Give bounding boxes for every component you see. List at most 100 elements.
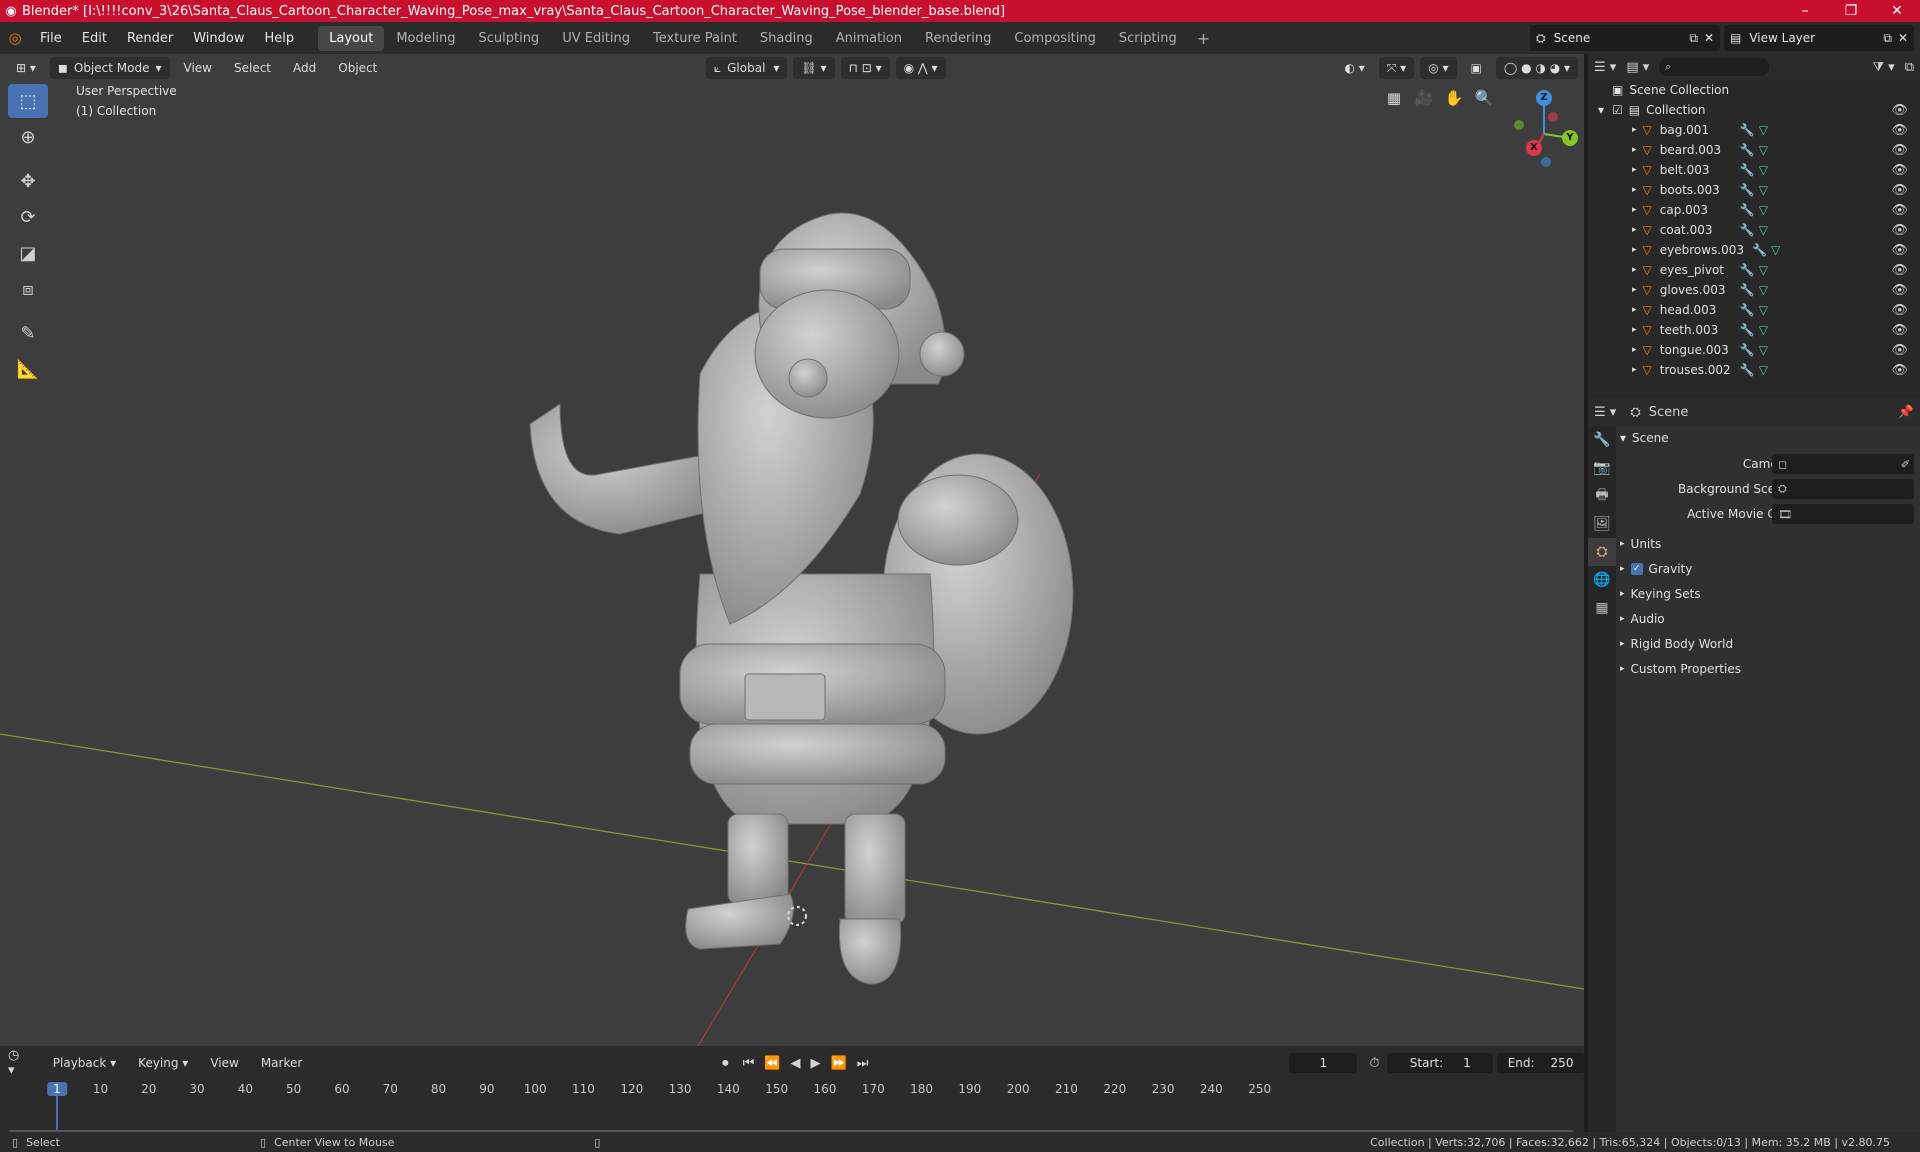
output-tab-icon[interactable]: 🖶 xyxy=(1588,482,1616,510)
menu-edit[interactable]: Edit xyxy=(72,31,117,46)
menu-object[interactable]: Object xyxy=(330,57,385,79)
modifier-icon[interactable]: 🔧 xyxy=(1740,343,1755,357)
movie-clip-field[interactable]: 🎞 xyxy=(1772,504,1914,524)
transform-icon[interactable]: ⧈ xyxy=(8,272,48,306)
outliner-row-scene-collection[interactable]: ▣ Scene Collection xyxy=(1588,80,1920,100)
expand-arrow-icon[interactable]: ▸ xyxy=(1632,165,1637,175)
outliner-row-object[interactable]: ▸ ▽ bag.001 🔧 ▽ 👁 xyxy=(1588,120,1920,140)
checkbox-icon[interactable]: ☑ xyxy=(1612,103,1623,117)
eye-icon[interactable]: 👁 xyxy=(1891,143,1908,158)
tab-layout[interactable]: Layout xyxy=(318,25,385,51)
modifier-icon[interactable]: 🔧 xyxy=(1740,163,1755,177)
outliner-row-object[interactable]: ▸ ▽ cap.003 🔧 ▽ 👁 xyxy=(1588,200,1920,220)
modifier-icon[interactable]: 🔧 xyxy=(1740,223,1755,237)
overlay-toggle-icon[interactable]: ◎ ▾ xyxy=(1420,57,1457,79)
camera-view-icon[interactable]: 🎥 xyxy=(1410,84,1438,112)
close-button[interactable]: ✕ xyxy=(1874,3,1920,19)
tab-shading[interactable]: Shading xyxy=(749,26,824,51)
world-tab-icon[interactable]: 🌐 xyxy=(1588,566,1616,594)
orientation-dropdown[interactable]: ⟀ Global ▾ xyxy=(705,57,788,79)
new-scene-icon[interactable]: ⧉ xyxy=(1689,31,1698,46)
expand-arrow-icon[interactable]: ▸ xyxy=(1632,205,1637,215)
blender-menu-icon[interactable]: ◎ xyxy=(0,29,30,47)
eyedropper-icon[interactable]: ✐ xyxy=(1901,458,1910,471)
eye-icon[interactable]: 👁 xyxy=(1891,263,1908,278)
scale-icon[interactable]: ◪ xyxy=(8,236,48,270)
gizmo-toggle-icon[interactable]: ⤧ ▾ xyxy=(1378,57,1415,79)
filter-icon[interactable]: ⧩ ▾ xyxy=(1872,60,1894,75)
start-frame-field[interactable]: Start: 1 xyxy=(1387,1053,1494,1073)
expand-arrow-icon[interactable]: ▸ xyxy=(1632,185,1637,195)
tab-rendering[interactable]: Rendering xyxy=(914,26,1002,51)
pan-view-icon[interactable]: ✋ xyxy=(1440,84,1468,112)
editor-type-icon[interactable]: ☰ ▾ xyxy=(1594,405,1616,420)
editor-type-icon[interactable]: ☰ ▾ xyxy=(1594,60,1616,75)
expand-arrow-icon[interactable]: ▸ xyxy=(1632,225,1637,235)
expand-arrow-icon[interactable]: ▸ xyxy=(1632,325,1637,335)
editor-type-icon[interactable]: ◷ ▾ xyxy=(8,1048,29,1078)
expand-arrow-icon[interactable]: ▸ xyxy=(1632,365,1637,375)
eye-icon[interactable]: 👁 xyxy=(1891,183,1908,198)
gizmo-neg-y[interactable] xyxy=(1514,120,1524,130)
prev-keyframe-icon[interactable]: ⏪ xyxy=(764,1056,780,1071)
snap-icon[interactable]: ⊓ ⊡ ▾ xyxy=(840,57,890,79)
expand-arrow-icon[interactable]: ▸ xyxy=(1632,265,1637,275)
menu-render[interactable]: Render xyxy=(117,31,183,46)
jump-end-icon[interactable]: ⏭ xyxy=(857,1056,869,1071)
use-preview-range-icon[interactable]: ⏱ xyxy=(1369,1056,1379,1071)
render-tab-icon[interactable]: 📷 xyxy=(1588,454,1616,482)
menu-playback[interactable]: Playback ▾ xyxy=(45,1052,124,1074)
panel-gravity[interactable]: ▸ ✓ Gravity xyxy=(1620,559,1916,579)
minimize-button[interactable]: – xyxy=(1782,3,1828,19)
gravity-checkbox[interactable]: ✓ xyxy=(1630,563,1643,575)
panel-audio[interactable]: ▸ Audio xyxy=(1620,609,1916,629)
eye-icon[interactable]: 👁 xyxy=(1891,163,1908,178)
tab-modeling[interactable]: Modeling xyxy=(385,26,466,51)
gizmo-neg-x[interactable] xyxy=(1548,112,1558,122)
mesh-data-icon[interactable]: ▽ xyxy=(1759,363,1768,377)
display-mode-icon[interactable]: ▤ ▾ xyxy=(1626,60,1649,75)
tab-uv-editing[interactable]: UV Editing xyxy=(551,26,641,51)
menu-add[interactable]: Add xyxy=(285,57,324,79)
mesh-data-icon[interactable]: ▽ xyxy=(1759,163,1768,177)
menu-view[interactable]: View xyxy=(202,1052,246,1074)
current-frame-field[interactable]: 1 xyxy=(1289,1053,1358,1073)
measure-icon[interactable]: 📐 xyxy=(8,352,48,386)
eye-icon[interactable]: 👁 xyxy=(1891,123,1908,138)
mesh-data-icon[interactable]: ▽ xyxy=(1759,283,1768,297)
eye-icon[interactable]: 👁 xyxy=(1891,223,1908,238)
frame-ruler[interactable]: 1 10 20 30 40 50 60 70 80 90 100 110 120 130 140 150 160… xyxy=(8,1082,1578,1134)
eye-icon[interactable]: 👁 xyxy=(1891,303,1908,318)
outliner-row-object[interactable]: ▸ ▽ tongue.003 🔧 ▽ 👁 xyxy=(1588,340,1920,360)
next-keyframe-icon[interactable]: ⏩ xyxy=(831,1056,847,1071)
texture-tab-icon[interactable]: ▦ xyxy=(1588,594,1616,622)
eye-icon[interactable]: 👁 xyxy=(1891,323,1908,338)
mesh-data-icon[interactable]: ▽ xyxy=(1759,123,1768,137)
tab-compositing[interactable]: Compositing xyxy=(1003,26,1107,51)
3d-viewport[interactable]: ⊞ ▾ ◼ Object Mode ▾ View Select Add Obje… xyxy=(0,54,1584,1046)
tab-texture-paint[interactable]: Texture Paint xyxy=(642,26,748,51)
pin-icon[interactable]: 📌 xyxy=(1898,405,1914,420)
menu-window[interactable]: Window xyxy=(183,31,254,46)
visibility-icon[interactable]: ◐ ▾ xyxy=(1336,57,1372,79)
pivot-icon[interactable]: ⛓ ▾ xyxy=(793,57,835,79)
outliner-row-object[interactable]: ▸ ▽ teeth.003 🔧 ▽ 👁 xyxy=(1588,320,1920,340)
mesh-data-icon[interactable]: ▽ xyxy=(1771,243,1780,257)
expand-arrow-icon[interactable]: ▸ xyxy=(1632,125,1637,135)
outliner-row-object[interactable]: ▸ ▽ head.003 🔧 ▽ 👁 xyxy=(1588,300,1920,320)
outliner-row-object[interactable]: ▸ ▽ trouses.002 🔧 ▽ 👁 xyxy=(1588,360,1920,380)
gizmo-neg-z[interactable] xyxy=(1541,157,1551,167)
view-layer-selector[interactable]: ▤ View Layer ⧉ ✕ xyxy=(1724,25,1914,51)
expand-arrow-icon[interactable]: ▸ xyxy=(1632,305,1637,315)
eye-icon[interactable]: 👁 xyxy=(1891,203,1908,218)
modifier-icon[interactable]: 🔧 xyxy=(1740,183,1755,197)
eye-icon[interactable]: 👁 xyxy=(1891,283,1908,298)
cursor-icon[interactable]: ⊕ xyxy=(8,120,48,154)
delete-view-layer-icon[interactable]: ✕ xyxy=(1898,31,1908,45)
menu-select[interactable]: Select xyxy=(226,57,279,79)
modifier-icon[interactable]: 🔧 xyxy=(1740,363,1755,377)
gizmo-y-axis[interactable]: Y xyxy=(1562,130,1578,146)
eye-icon[interactable]: 👁 xyxy=(1891,103,1908,118)
outliner-row-collection[interactable]: ▾ ☑ ▤ Collection 👁 xyxy=(1588,100,1920,120)
menu-keying[interactable]: Keying ▾ xyxy=(130,1052,196,1074)
